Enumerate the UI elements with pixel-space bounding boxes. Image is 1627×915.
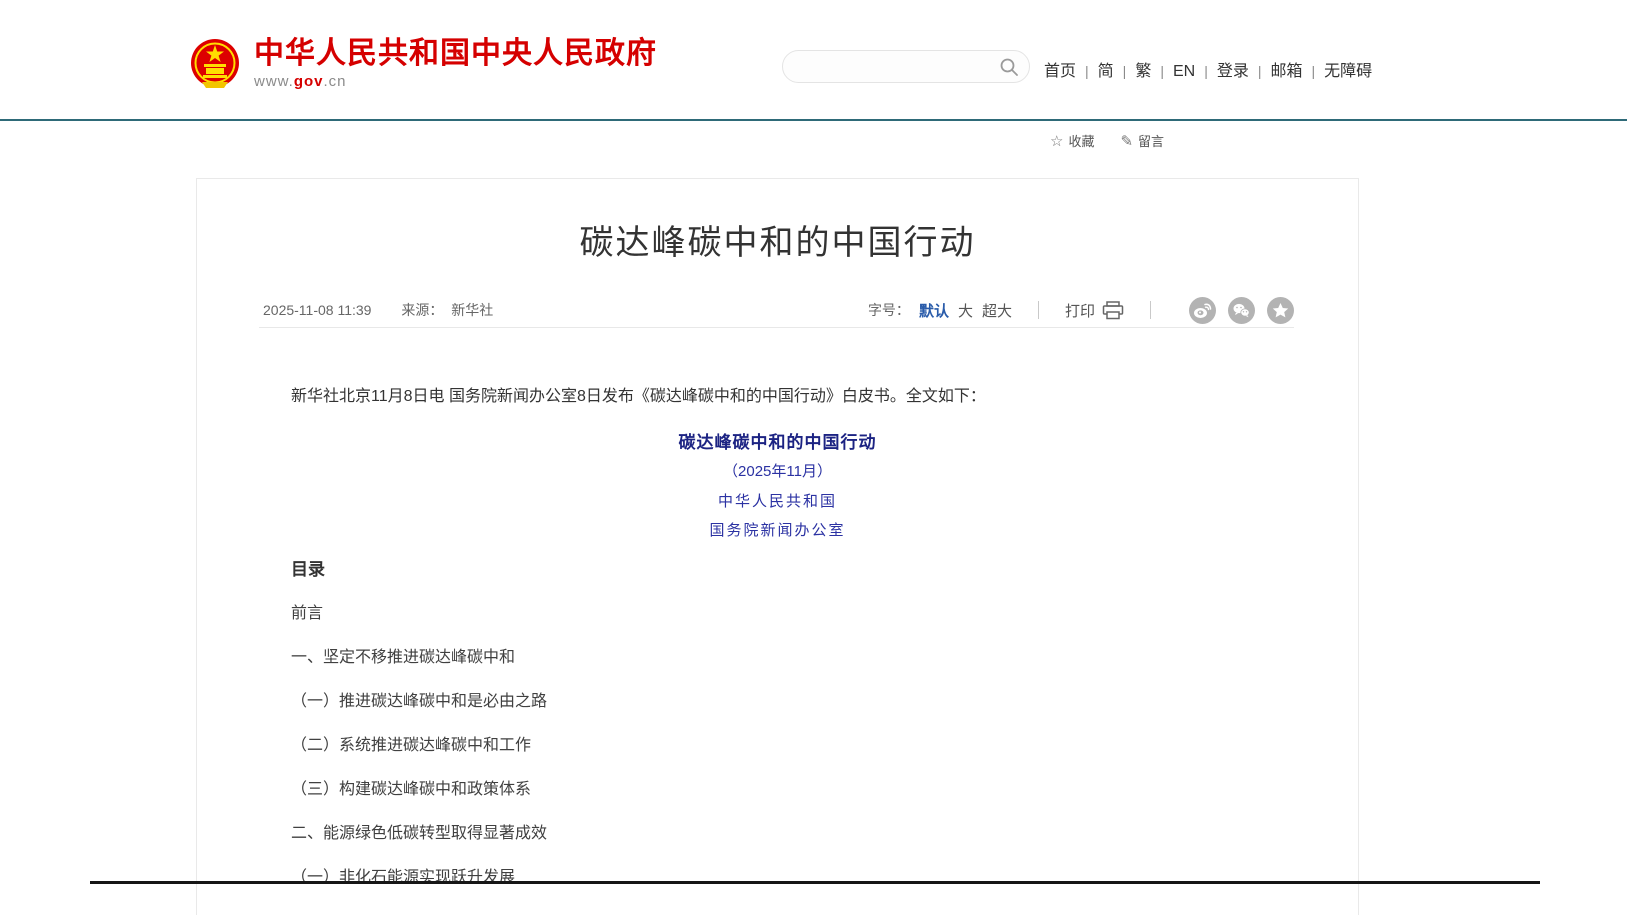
favorite-button[interactable]: ☆ 收藏	[1050, 131, 1094, 150]
nav-simplified[interactable]: 简	[1098, 63, 1114, 80]
brand-text: 中华人民共和国中央人民政府 www.gov.cn	[254, 38, 657, 90]
toc-item-2: 二、能源绿色低碳转型取得显著成效	[291, 825, 1264, 843]
toc-item-2-1: （一）非化石能源实现跃升发展	[291, 869, 1264, 887]
article-card: 碳达峰碳中和的中国行动 2025-11-08 11:39 来源： 新华社 字号：…	[196, 178, 1359, 915]
site-title: 中华人民共和国中央人民政府	[254, 38, 657, 70]
nav-divider: |	[1160, 63, 1164, 79]
nav-divider: |	[1258, 63, 1262, 79]
star-icon: ☆	[1050, 132, 1063, 150]
article-meta-right: 字号： 默认 大 超大 打印	[868, 297, 1294, 324]
site-logo-link[interactable]: 中华人民共和国中央人民政府 www.gov.cn	[190, 38, 657, 90]
print-label: 打印	[1065, 300, 1095, 321]
source-label: 来源：	[401, 302, 443, 318]
viewport-bottom-edge	[90, 881, 1540, 884]
nav-divider: |	[1312, 63, 1316, 79]
national-emblem-icon	[190, 38, 240, 90]
page: 中华人民共和国中央人民政府 www.gov.cn 首页 | 简 | 繁 | EN | 登录 | 邮箱…	[0, 0, 1627, 915]
search-icon[interactable]	[999, 57, 1019, 77]
source-value: 新华社	[451, 302, 493, 318]
nav-mail[interactable]: 邮箱	[1271, 63, 1303, 80]
printer-icon	[1102, 301, 1124, 320]
action-bar: ☆ 收藏 ✎ 留言	[1050, 131, 1164, 150]
lead-paragraph: 新华社北京11月8日电 国务院新闻办公室8日发布《碳达峰碳中和的中国行动》白皮书…	[291, 384, 1264, 410]
nav-accessibility[interactable]: 无障碍	[1324, 63, 1372, 80]
article-title: 碳达峰碳中和的中国行动	[237, 223, 1318, 263]
site-url-cn: .cn	[324, 73, 347, 90]
site-url-gov: gov	[294, 73, 324, 90]
favorite-label: 收藏	[1068, 131, 1094, 150]
toc-item-1: 一、坚定不移推进碳达峰碳中和	[291, 649, 1264, 667]
search-input[interactable]	[783, 51, 999, 82]
print-button[interactable]: 打印	[1065, 300, 1124, 321]
nav-divider: |	[1204, 63, 1208, 79]
nav-divider: |	[1123, 63, 1127, 79]
share-wechat-icon[interactable]	[1228, 297, 1255, 324]
publish-date: 2025-11-08 11:39	[263, 302, 371, 318]
nav-traditional[interactable]: 繁	[1135, 63, 1151, 80]
font-size-label: 字号：	[868, 300, 910, 320]
nav-login[interactable]: 登录	[1217, 63, 1249, 80]
toc-item-1-1: （一）推进碳达峰碳中和是必由之路	[291, 693, 1264, 711]
doc-title: 碳达峰碳中和的中国行动	[291, 431, 1264, 455]
pencil-icon: ✎	[1120, 132, 1133, 150]
top-nav: 首页 | 简 | 繁 | EN | 登录 | 邮箱 | 无障碍	[1044, 57, 1372, 81]
nav-home[interactable]: 首页	[1044, 63, 1076, 80]
doc-author-line-1: 中华人民共和国	[291, 489, 1264, 513]
article-meta-left: 2025-11-08 11:39 来源： 新华社	[263, 300, 493, 320]
nav-divider: |	[1085, 63, 1089, 79]
comment-label: 留言	[1138, 131, 1164, 150]
nav-english[interactable]: EN	[1173, 63, 1195, 80]
font-size-default-button[interactable]: 默认	[919, 300, 949, 321]
share-weibo-icon[interactable]	[1189, 297, 1216, 324]
site-url: www.gov.cn	[254, 73, 657, 90]
share-favorite-icon[interactable]	[1267, 297, 1294, 324]
vertical-divider	[1150, 301, 1151, 319]
toc-item-preface: 前言	[291, 605, 1264, 623]
toc-item-1-2: （二）系统推进碳达峰碳中和工作	[291, 737, 1264, 755]
toc-item-1-3: （三）构建碳达峰碳中和政策体系	[291, 781, 1264, 799]
comment-button[interactable]: ✎ 留言	[1120, 131, 1164, 150]
toc-heading: 目录	[291, 561, 1264, 579]
vertical-divider	[1038, 301, 1039, 319]
meta-divider-line	[259, 327, 1294, 328]
article-body: 新华社北京11月8日电 国务院新闻办公室8日发布《碳达峰碳中和的中国行动》白皮书…	[291, 384, 1264, 887]
site-url-www: www.	[254, 73, 294, 90]
article-meta-row: 2025-11-08 11:39 来源： 新华社 字号： 默认 大 超大 打印	[263, 299, 1294, 321]
font-size-xlarge-button[interactable]: 超大	[982, 300, 1012, 321]
doc-date: （2025年11月）	[291, 460, 1264, 484]
search-box	[782, 50, 1030, 83]
font-size-large-button[interactable]: 大	[958, 300, 973, 321]
header-divider-line	[0, 119, 1627, 121]
doc-author-line-2: 国务院新闻办公室	[291, 518, 1264, 542]
